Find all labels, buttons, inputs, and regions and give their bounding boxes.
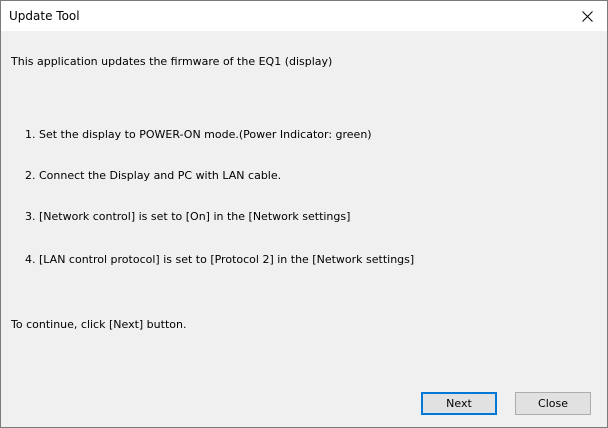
close-button[interactable]: Close xyxy=(515,392,591,415)
dialog-body: This application updates the firmware of… xyxy=(1,31,607,427)
title-bar[interactable]: Update Tool xyxy=(1,1,607,31)
update-tool-window: Update Tool This application updates the… xyxy=(0,0,608,428)
step-2-text: 2. Connect the Display and PC with LAN c… xyxy=(25,169,282,182)
step-1-text: 1. Set the display to POWER-ON mode.(Pow… xyxy=(25,128,372,141)
next-button[interactable]: Next xyxy=(421,392,497,415)
close-icon xyxy=(582,11,593,22)
step-4-text: 4. [LAN control protocol] is set to [Pro… xyxy=(25,253,415,266)
continue-instruction: To continue, click [Next] button. xyxy=(11,318,187,331)
title-close-button[interactable] xyxy=(567,1,607,31)
window-title: Update Tool xyxy=(9,9,80,23)
step-3-text: 3. [Network control] is set to [On] in t… xyxy=(25,210,351,223)
intro-text: This application updates the firmware of… xyxy=(11,55,333,68)
